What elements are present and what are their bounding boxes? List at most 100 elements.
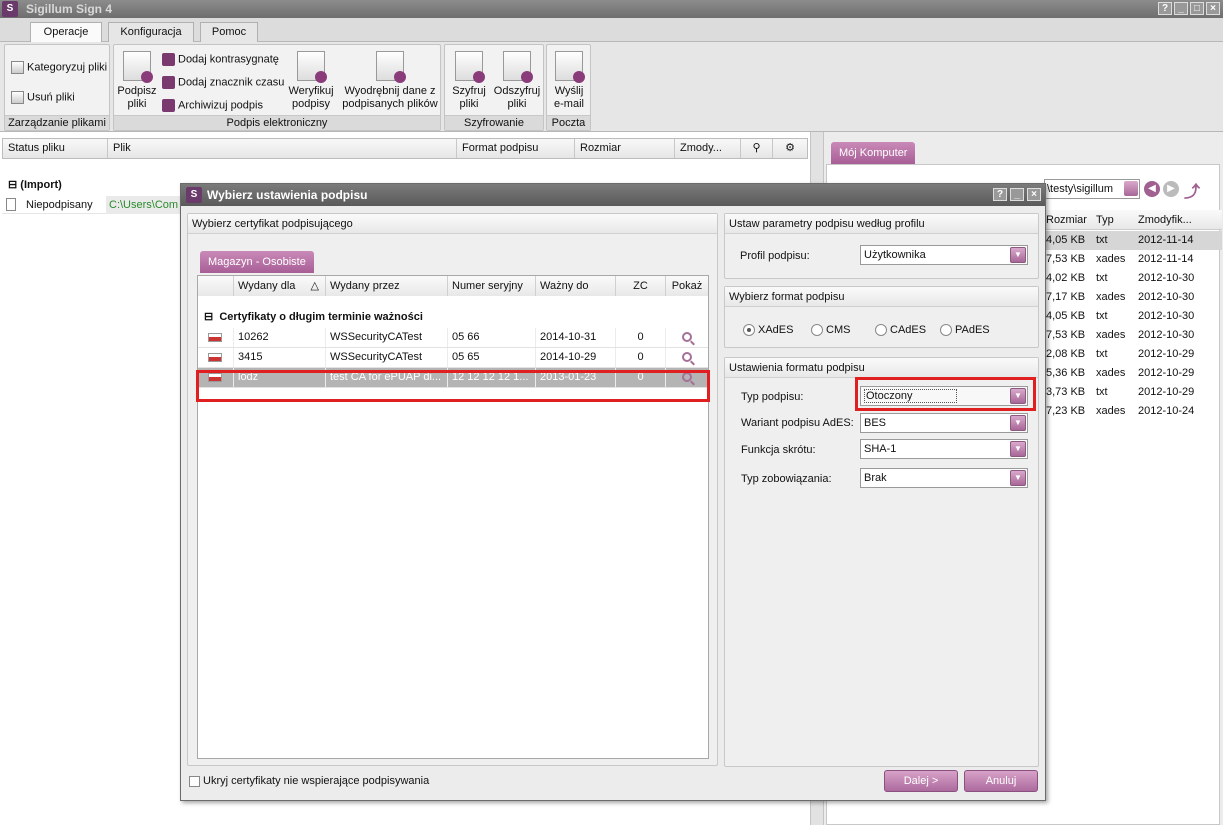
file-modified: 2012-10-24 — [1138, 405, 1195, 417]
cancel-button[interactable]: Anuluj — [964, 770, 1038, 792]
column-zc[interactable]: ZC — [616, 276, 666, 296]
table-row[interactable]: 7,17 KB xades 2012-10-30 — [1046, 288, 1222, 307]
radio-dot[interactable] — [940, 324, 952, 337]
file-size: 7,53 KB — [1046, 329, 1086, 341]
archive-signature-button[interactable]: Archiwizuj podpis — [162, 99, 263, 112]
table-row[interactable]: 7,23 KB xades 2012-10-24 — [1046, 402, 1222, 421]
decrypt-files-button[interactable]: Odszyfruj pliki — [493, 51, 541, 111]
chevron-down-icon[interactable]: ▼ — [1010, 415, 1026, 431]
column-issued-by[interactable]: Wydany przez — [326, 276, 448, 296]
paperclip-icon[interactable]: ⚲ — [741, 139, 773, 158]
maximize-icon[interactable]: □ — [1190, 2, 1204, 15]
column-status[interactable]: Status pliku — [3, 139, 108, 158]
wrench-icon[interactable]: ⚙ — [773, 139, 807, 158]
file-modified: 2012-10-30 — [1138, 329, 1195, 341]
dialog-title: Wybierz ustawienia podpisu — [207, 188, 368, 202]
column-size[interactable]: Rozmiar — [1046, 214, 1090, 226]
file-type: xades — [1096, 253, 1126, 265]
send-email-button[interactable]: Wyślij e-mail — [549, 51, 589, 111]
file-modified: 2012-10-29 — [1138, 386, 1195, 398]
tab-store-personal[interactable]: Magazyn - Osobiste — [200, 251, 314, 273]
column-file[interactable]: Plik — [108, 139, 457, 158]
table-row[interactable]: 3,73 KB txt 2012-10-29 — [1046, 383, 1222, 402]
verify-signatures-button[interactable]: Weryfikuj podpisy — [286, 51, 336, 111]
table-row[interactable]: 4,05 KB txt 2012-11-14 — [1046, 231, 1222, 250]
chevron-down-icon[interactable]: ▼ — [1010, 247, 1026, 263]
close-icon[interactable]: × — [1027, 188, 1041, 201]
file-size: 4,02 KB — [1046, 272, 1086, 284]
table-row[interactable]: 4,02 KB txt 2012-10-30 — [1046, 269, 1222, 288]
ades-variant-select[interactable]: BES ▼ — [860, 413, 1028, 433]
checkbox-box[interactable] — [189, 775, 200, 787]
encrypt-files-button[interactable]: Szyfruj pliki — [447, 51, 491, 111]
table-row[interactable]: 5,36 KB xades 2012-10-29 — [1046, 364, 1222, 383]
show-certificate-magnifier-icon[interactable] — [666, 348, 708, 367]
minimize-icon[interactable]: _ — [1010, 188, 1024, 201]
help-icon[interactable]: ? — [1158, 2, 1172, 15]
signature-settings-dialog: S Wybierz ustawienia podpisu ? _ × Wybie… — [180, 183, 1046, 801]
group-mail: Wyślij e-mail Poczta — [546, 44, 591, 131]
hide-unsupported-checkbox[interactable]: Ukryj certyfikaty nie wspierające podpis… — [189, 775, 429, 787]
chevron-down-icon[interactable]: ▼ — [1010, 441, 1026, 457]
sign-files-button[interactable]: Podpisz pliki — [116, 51, 158, 111]
add-countersign-button[interactable]: Dodaj kontrasygnatę — [162, 53, 279, 66]
radio-dot[interactable] — [811, 324, 823, 337]
minimize-icon[interactable]: _ — [1174, 2, 1188, 15]
certificate-icon — [198, 328, 234, 347]
file-modified: 2012-10-29 — [1138, 348, 1195, 360]
file-type: xades — [1096, 405, 1126, 417]
tab-konfiguracja[interactable]: Konfiguracja — [108, 22, 194, 42]
tab-operacje[interactable]: Operacje — [30, 22, 102, 43]
radio-pades[interactable]: PAdES — [940, 324, 990, 337]
column-valid-to[interactable]: Ważny do — [536, 276, 616, 296]
column-issued-to[interactable]: Wydany dla △ — [234, 276, 326, 296]
up-folder-icon[interactable]: ⤴ — [1184, 178, 1200, 201]
radio-xades[interactable]: XAdES — [743, 324, 793, 337]
certificate-group[interactable]: ⊟ Certyfikaty o długim terminie ważności — [204, 310, 423, 323]
hash-function-select[interactable]: SHA-1 ▼ — [860, 439, 1028, 459]
table-row[interactable]: 4,05 KB txt 2012-10-30 — [1046, 307, 1222, 326]
column-serial[interactable]: Numer seryjny — [448, 276, 536, 296]
radio-cms[interactable]: CMS — [811, 324, 850, 337]
add-timestamp-button[interactable]: Dodaj znacznik czasu — [162, 76, 284, 89]
table-row[interactable]: 2,08 KB txt 2012-10-29 — [1046, 345, 1222, 364]
categorize-files-button[interactable]: Kategoryzuj pliki — [11, 61, 107, 74]
profile-panel-title: Ustaw parametry podpisu według profilu — [725, 214, 1038, 234]
collapse-icon[interactable]: ⊟ — [204, 311, 213, 323]
column-format[interactable]: Format podpisu — [457, 139, 575, 158]
tab-pomoc[interactable]: Pomoc — [200, 22, 258, 42]
certificate-row[interactable]: 10262 WSSecurityCATest 05 66 2014-10-31 0 — [198, 328, 708, 348]
file-browser-header: Rozmiar Typ Zmodyfik... — [1046, 210, 1222, 230]
path-dropdown-icon[interactable] — [1124, 181, 1138, 196]
next-button[interactable]: Dalej > — [884, 770, 958, 792]
cell-serial: 05 65 — [448, 348, 536, 367]
help-icon[interactable]: ? — [993, 188, 1007, 201]
back-icon[interactable]: ◀ — [1144, 181, 1160, 197]
column-show[interactable]: Pokaż — [666, 276, 708, 296]
column-size[interactable]: Rozmiar — [575, 139, 675, 158]
commitment-type-select[interactable]: Brak ▼ — [860, 468, 1028, 488]
ribbon-tab-bar: Operacje Konfiguracja Pomoc — [0, 18, 1223, 43]
tab-my-computer[interactable]: Mój Komputer — [831, 142, 916, 164]
table-row[interactable]: 7,53 KB xades 2012-11-14 — [1046, 250, 1222, 269]
forward-icon[interactable]: ▶ — [1163, 181, 1179, 197]
close-icon[interactable]: × — [1206, 2, 1220, 15]
column-type[interactable]: Typ — [1096, 214, 1114, 226]
show-certificate-magnifier-icon[interactable] — [666, 328, 708, 347]
selected-certificate-highlight — [196, 370, 710, 402]
file-group-import[interactable]: ⊟ (Import) — [8, 178, 62, 191]
column-modified[interactable]: Zmody... — [675, 139, 741, 158]
column-modified[interactable]: Zmodyfik... — [1138, 214, 1192, 226]
cell-serial: 05 66 — [448, 328, 536, 347]
delete-files-button[interactable]: Usuń pliki — [11, 91, 75, 104]
certificate-row[interactable]: 3415 WSSecurityCATest 05 65 2014-10-29 0 — [198, 348, 708, 368]
radio-cades[interactable]: CAdES — [875, 324, 926, 337]
chevron-down-icon[interactable]: ▼ — [1010, 470, 1026, 486]
file-type: txt — [1096, 234, 1108, 246]
extract-data-button[interactable]: Wyodrębnij dane z podpisanych plików — [342, 51, 438, 111]
radio-dot[interactable] — [743, 324, 755, 337]
profile-select[interactable]: Użytkownika ▼ — [860, 245, 1028, 265]
collapse-icon[interactable]: ⊟ — [8, 179, 17, 191]
radio-dot[interactable] — [875, 324, 887, 337]
table-row[interactable]: 7,53 KB xades 2012-10-30 — [1046, 326, 1222, 345]
